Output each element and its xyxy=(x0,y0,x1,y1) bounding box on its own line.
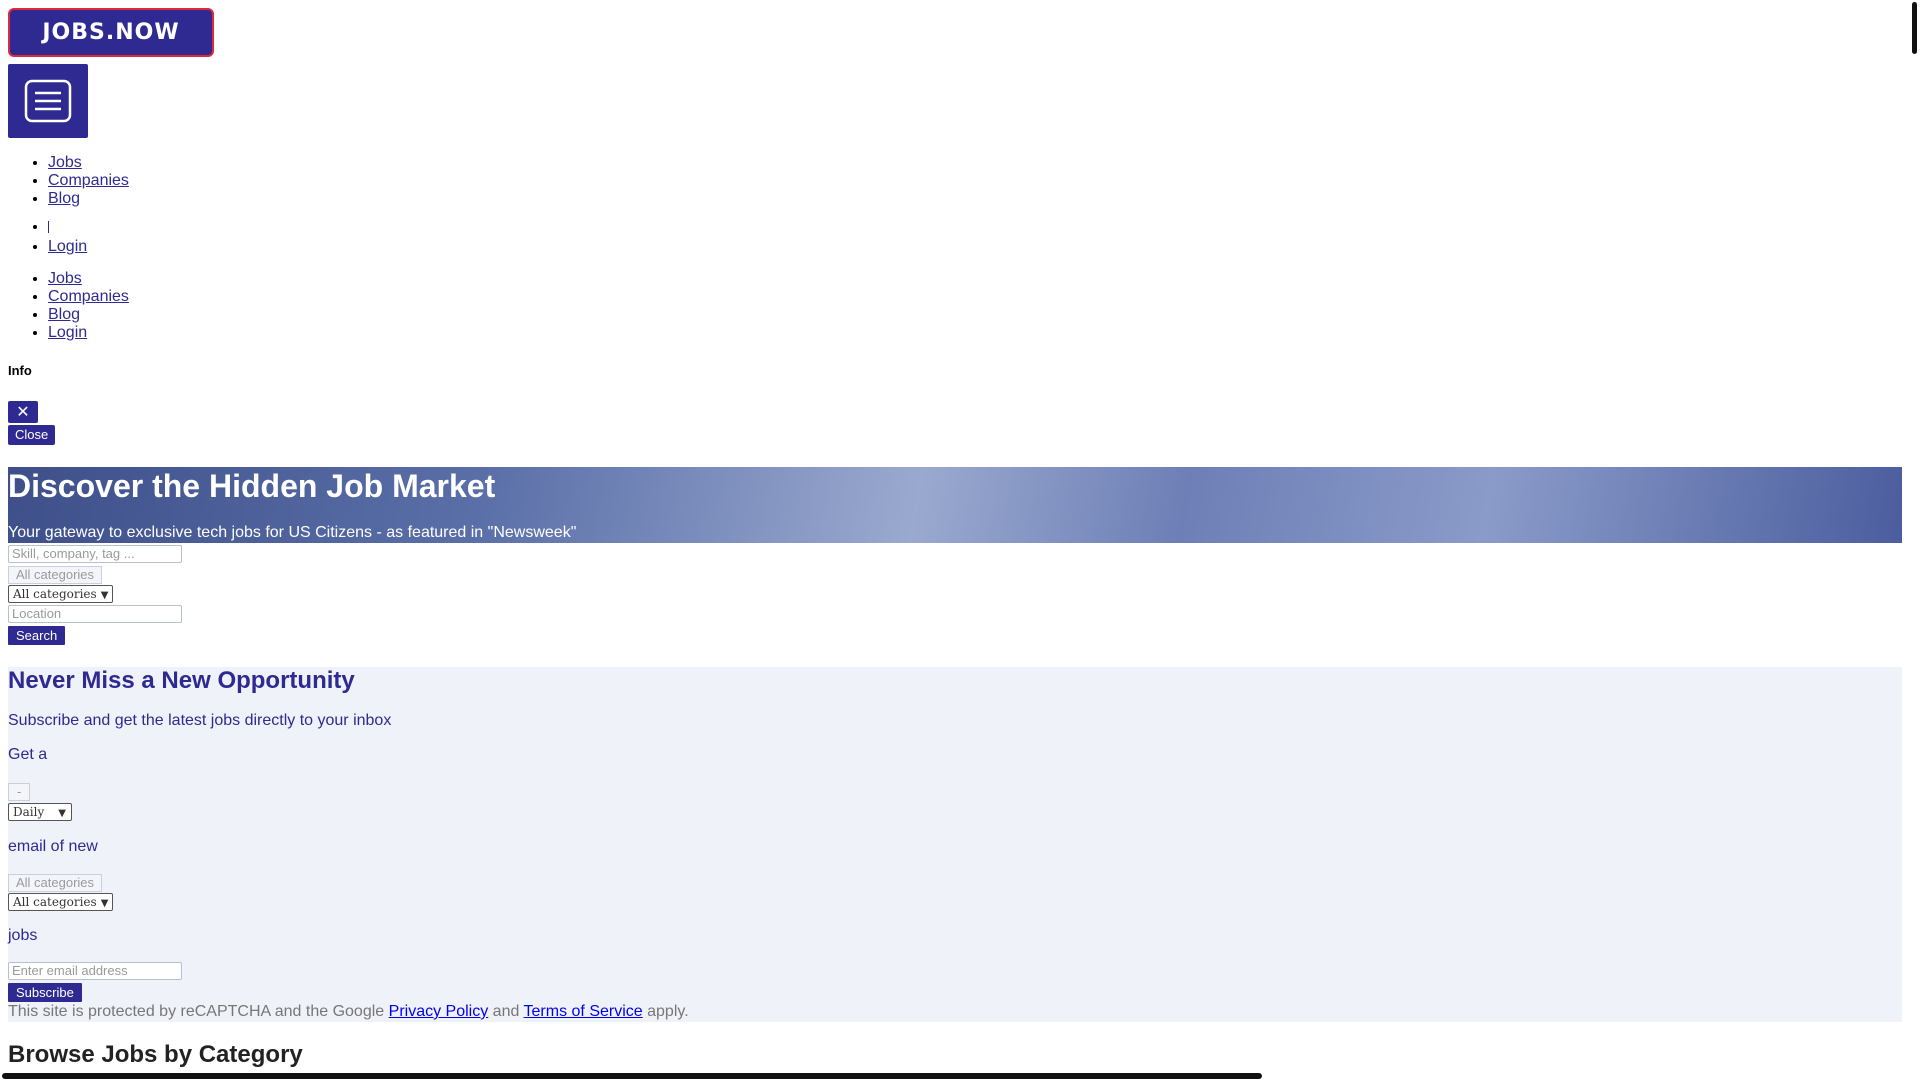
subscribe-category-value: All categories xyxy=(13,895,97,909)
nav-item-login: Login xyxy=(48,238,129,256)
location-input[interactable]: Location xyxy=(8,605,182,623)
subscribe-button[interactable]: Subscribe xyxy=(8,983,82,1002)
email-of-new-label: email of new xyxy=(8,838,98,855)
recaptcha-and: and xyxy=(492,1003,520,1020)
mobile-nav: Jobs Companies Blog Login xyxy=(8,270,129,342)
privacy-policy-link[interactable]: Privacy Policy xyxy=(389,1003,489,1020)
mobile-nav-link-blog[interactable]: Blog xyxy=(48,306,80,323)
hero-subtitle: Your gateway to exclusive tech jobs for … xyxy=(8,524,577,541)
nav-link-jobs[interactable]: Jobs xyxy=(48,154,82,171)
keyword-search-input[interactable]: Skill, company, tag ... xyxy=(8,545,182,563)
nav-separator xyxy=(48,220,49,233)
recaptcha-notice: This site is protected by reCAPTCHA and … xyxy=(8,1003,689,1021)
browse-categories-title: Browse Jobs by Category xyxy=(8,1041,303,1068)
email-input[interactable]: Enter email address xyxy=(8,962,182,980)
subscribe-subtitle: Subscribe and get the latest jobs direct… xyxy=(8,712,392,729)
horizontal-scrollbar[interactable] xyxy=(2,1073,1262,1079)
chevron-down-icon: ▼ xyxy=(100,898,109,909)
subscribe-section: Never Miss a New Opportunity Subscribe a… xyxy=(8,667,1902,1022)
jobs-label: jobs xyxy=(8,927,38,944)
terms-of-service-link[interactable]: Terms of Service xyxy=(524,1003,643,1020)
close-button[interactable]: Close xyxy=(8,425,56,445)
frequency-select-value: Daily xyxy=(13,805,45,819)
info-title: Info xyxy=(8,363,32,378)
frequency-select[interactable]: Daily ▼ xyxy=(8,803,72,821)
mobile-nav-link-companies[interactable]: Companies xyxy=(48,288,129,305)
hero-banner: Discover the Hidden Job Market Your gate… xyxy=(8,467,1902,543)
chevron-down-icon: ▼ xyxy=(100,590,109,601)
mobile-nav-item-blog: Blog xyxy=(48,306,129,324)
nav-link-blog[interactable]: Blog xyxy=(48,190,80,207)
get-a-label: Get a xyxy=(8,746,48,763)
frequency-pill[interactable]: - xyxy=(8,783,31,801)
mobile-nav-item-jobs: Jobs xyxy=(48,270,129,288)
nav-item-companies: Companies xyxy=(48,172,129,190)
nav-item-separator xyxy=(48,218,129,236)
category-select[interactable]: All categories ▼ xyxy=(8,585,114,603)
nav-item-blog: Blog xyxy=(48,190,129,208)
recaptcha-text: This site is protected by reCAPTCHA and … xyxy=(8,1003,385,1020)
primary-nav: Jobs Companies Blog Login xyxy=(8,154,129,256)
chevron-down-icon: ▼ xyxy=(58,808,66,819)
subscribe-title: Never Miss a New Opportunity xyxy=(8,667,355,694)
logo[interactable]: JOBS.NOW xyxy=(8,8,214,57)
category-filter-pill[interactable]: All categories xyxy=(8,566,103,584)
nav-link-login[interactable]: Login xyxy=(48,238,87,255)
nav-item-jobs: Jobs xyxy=(48,154,129,172)
mobile-nav-link-jobs[interactable]: Jobs xyxy=(48,270,82,287)
nav-link-companies[interactable]: Companies xyxy=(48,172,129,189)
close-icon: ✕ xyxy=(16,404,30,421)
close-x-button[interactable]: ✕ xyxy=(8,401,38,423)
menu-button[interactable] xyxy=(8,64,88,138)
mobile-nav-link-login[interactable]: Login xyxy=(48,324,87,341)
subscribe-category-select[interactable]: All categories ▼ xyxy=(8,893,114,911)
mobile-nav-item-login: Login xyxy=(48,324,129,342)
category-select-value: All categories xyxy=(13,587,97,601)
mobile-nav-item-companies: Companies xyxy=(48,288,129,306)
hero-title: Discover the Hidden Job Market xyxy=(8,468,496,504)
hamburger-menu-icon xyxy=(24,79,72,123)
vertical-scrollbar[interactable] xyxy=(1912,2,1917,54)
subscribe-category-pill[interactable]: All categories xyxy=(8,874,103,892)
search-button[interactable]: Search xyxy=(8,626,66,645)
recaptcha-apply: apply. xyxy=(647,1003,689,1020)
